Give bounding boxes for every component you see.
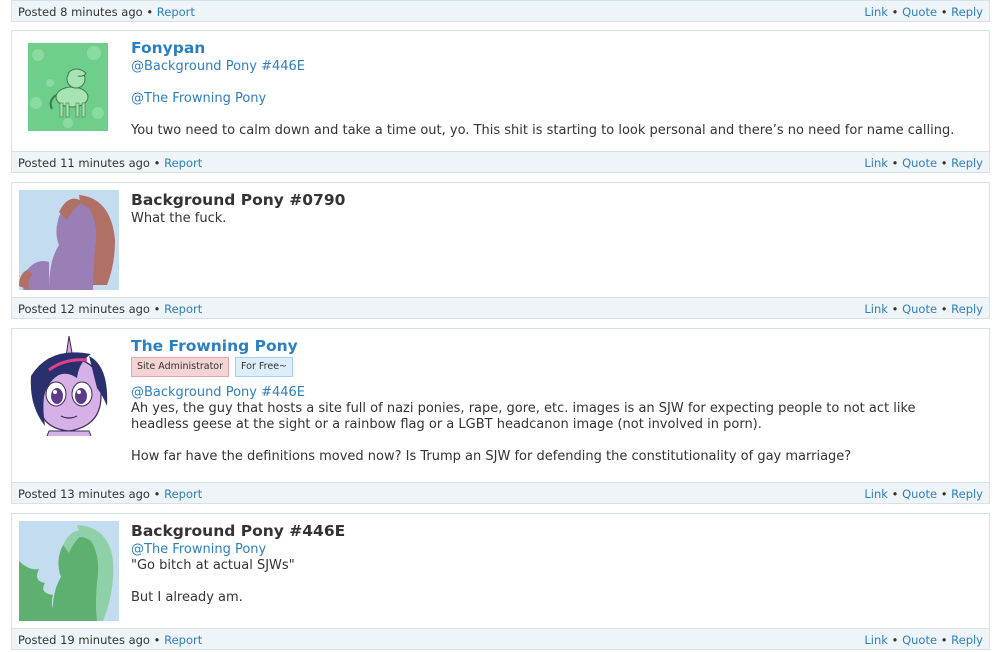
- reply-link[interactable]: Reply: [951, 156, 983, 170]
- comment-text: Ah yes, the guy that hosts a site full o…: [131, 401, 916, 416]
- posted-time: Posted 12 minutes ago: [18, 302, 150, 316]
- twilight-pony-avatar-icon: [19, 336, 119, 436]
- comment-body: Fonypan @Background Pony #446E @The Frow…: [131, 39, 983, 139]
- user-badges: Site Administrator For Free~: [131, 357, 983, 377]
- pony-silhouette-icon: [19, 190, 119, 290]
- link-link[interactable]: Link: [864, 156, 888, 170]
- posted-time: Posted 19 minutes ago: [18, 633, 150, 647]
- comment: Background Pony #0790 What the fuck.: [11, 182, 990, 297]
- comment-text: What the fuck.: [131, 211, 227, 226]
- mention-link[interactable]: @The Frowning Pony: [131, 542, 983, 558]
- author-name[interactable]: Fonypan: [131, 39, 983, 57]
- link-link[interactable]: Link: [864, 633, 888, 647]
- link-link[interactable]: Link: [864, 5, 888, 19]
- report-link[interactable]: Report: [157, 5, 195, 19]
- posted-time: Posted 13 minutes ago: [18, 487, 150, 501]
- pony-silhouette-icon: [19, 521, 119, 621]
- comment-text: "Go bitch at actual SJWs": [131, 558, 295, 573]
- report-link[interactable]: Report: [164, 302, 202, 316]
- link-link[interactable]: Link: [864, 302, 888, 316]
- mention-link[interactable]: @Background Pony #446E: [131, 59, 983, 75]
- post-footer: Posted 13 minutes ago • Report Link • Qu…: [11, 482, 990, 504]
- comment-text: headless geese at the sight or a rainbow…: [131, 417, 762, 432]
- for-free-badge: For Free~: [235, 357, 294, 377]
- quote-link[interactable]: Quote: [902, 302, 937, 316]
- reply-link[interactable]: Reply: [951, 487, 983, 501]
- reply-link[interactable]: Reply: [951, 302, 983, 316]
- quote-link[interactable]: Quote: [902, 5, 937, 19]
- author-name[interactable]: The Frowning Pony: [131, 337, 983, 355]
- comment-text: But I already am.: [131, 590, 243, 605]
- comment: The Frowning Pony Site Administrator For…: [11, 328, 990, 482]
- post-footer: Posted 8 minutes ago • Report Link • Quo…: [11, 0, 990, 22]
- site-administrator-badge: Site Administrator: [131, 357, 230, 377]
- comment-body: Background Pony #0790 What the fuck.: [131, 191, 983, 227]
- mention-link[interactable]: @Background Pony #446E: [131, 385, 983, 401]
- pony-avatar-icon: [28, 43, 108, 131]
- report-link[interactable]: Report: [164, 156, 202, 170]
- comment-body: The Frowning Pony Site Administrator For…: [131, 337, 983, 465]
- post-footer: Posted 19 minutes ago • Report Link • Qu…: [11, 628, 990, 650]
- link-link[interactable]: Link: [864, 487, 888, 501]
- avatar[interactable]: [19, 336, 119, 436]
- avatar[interactable]: [19, 521, 119, 621]
- posted-time: Posted 8 minutes ago: [18, 5, 143, 19]
- reply-link[interactable]: Reply: [951, 633, 983, 647]
- comment: Fonypan @Background Pony #446E @The Frow…: [11, 30, 990, 151]
- avatar[interactable]: [19, 190, 119, 290]
- quote-link[interactable]: Quote: [902, 633, 937, 647]
- comment-body: Background Pony #446E @The Frowning Pony…: [131, 522, 983, 606]
- mention-link[interactable]: @The Frowning Pony: [131, 91, 983, 107]
- posted-time: Posted 11 minutes ago: [18, 156, 150, 170]
- reply-link[interactable]: Reply: [951, 5, 983, 19]
- author-name: Background Pony #446E: [131, 522, 346, 540]
- avatar[interactable]: [28, 43, 108, 131]
- comment: Background Pony #446E @The Frowning Pony…: [11, 513, 990, 628]
- comment-text: You two need to calm down and take a tim…: [131, 123, 955, 138]
- quote-link[interactable]: Quote: [902, 487, 937, 501]
- author-name: Background Pony #0790: [131, 191, 346, 209]
- quote-link[interactable]: Quote: [902, 156, 937, 170]
- comment-text: How far have the definitions moved now? …: [131, 449, 852, 464]
- post-footer: Posted 12 minutes ago • Report Link • Qu…: [11, 297, 990, 319]
- report-link[interactable]: Report: [164, 633, 202, 647]
- report-link[interactable]: Report: [164, 487, 202, 501]
- post-footer: Posted 11 minutes ago • Report Link • Qu…: [11, 151, 990, 173]
